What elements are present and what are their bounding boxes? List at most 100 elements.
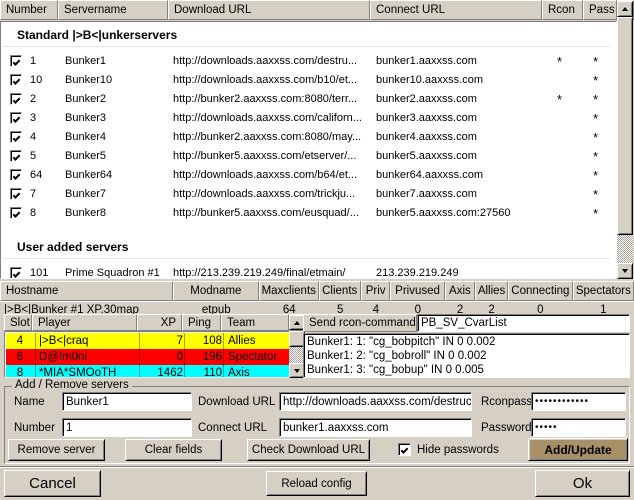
column-header-pass[interactable]: Pass bbox=[583, 0, 617, 20]
player-team: Axis bbox=[228, 367, 250, 378]
table-row[interactable]: 7 Bunker7 http://downloads.aaxxss.com/tr… bbox=[1, 185, 616, 204]
clear-fields-button[interactable]: Clear fields bbox=[125, 439, 222, 461]
column-header-number[interactable]: Number bbox=[0, 0, 58, 20]
column-header-rcon[interactable]: Rcon bbox=[542, 0, 583, 20]
player-column-slot[interactable]: Slot bbox=[4, 314, 32, 331]
ok-button[interactable]: Ok bbox=[535, 470, 630, 497]
player-table-header: Slot Player XP Ping Team bbox=[4, 314, 307, 331]
cell-connect-url: bunker3.aaxxss.com bbox=[376, 112, 477, 124]
table-row[interactable]: 10 Bunker10 http://downloads.aaxxss.com/… bbox=[1, 71, 616, 90]
number-input[interactable]: 1 bbox=[62, 418, 192, 437]
cell-download-url: http://downloads.aaxxss.com/b10/et... bbox=[173, 74, 358, 86]
cell-servername: Bunker7 bbox=[65, 188, 106, 200]
name-label: Name bbox=[14, 396, 45, 408]
row-checkbox[interactable] bbox=[10, 169, 22, 181]
remove-server-button[interactable]: Remove server bbox=[8, 439, 105, 461]
cell-number: 4 bbox=[30, 131, 37, 143]
cell-pass: * bbox=[593, 130, 599, 145]
scrollbar-track[interactable] bbox=[617, 235, 633, 263]
cell-download-url: http://downloads.aaxxss.com/destru... bbox=[173, 55, 358, 67]
server-list-scroll-up-button[interactable] bbox=[617, 1, 633, 17]
info-header-allies: Allies bbox=[475, 281, 509, 301]
reload-config-button[interactable]: Reload config bbox=[266, 471, 367, 496]
player-table[interactable]: 4 |>B<|craq 7 108 Allies 6 D@!m0ni 0 196… bbox=[4, 331, 307, 378]
cell-rcon: * bbox=[557, 54, 563, 69]
player-row[interactable]: 6 D@!m0ni 0 196 Spectator bbox=[6, 349, 289, 365]
player-xp: 7 bbox=[176, 335, 183, 347]
group-title-standard: Standard |>B<|unkerservers bbox=[3, 22, 610, 47]
password-label: Password bbox=[481, 422, 532, 434]
info-header-privused: Privused bbox=[390, 281, 445, 301]
download-url-input[interactable]: http://downloads.aaxxss.com/destruct bbox=[279, 392, 472, 411]
table-row[interactable]: 101 Prime Squadron #1 http://213.239.219… bbox=[1, 264, 616, 279]
cell-rcon: * bbox=[557, 92, 563, 107]
rcon-output[interactable]: Bunker1: 1: "cg_bobpitch" IN 0 0.002 Bun… bbox=[303, 333, 630, 378]
server-list-scrollbar[interactable] bbox=[617, 17, 633, 263]
table-row[interactable]: 64 Bunker64 http://downloads.aaxxss.com/… bbox=[1, 166, 616, 185]
cell-number: 10 bbox=[30, 74, 43, 86]
row-checkbox[interactable] bbox=[10, 112, 22, 124]
row-checkbox[interactable] bbox=[10, 74, 22, 86]
scrollbar-thumb[interactable] bbox=[617, 17, 633, 235]
cell-download-url: http://bunker2.aaxxss.com:8080/may... bbox=[173, 131, 362, 143]
row-checkbox[interactable] bbox=[10, 131, 22, 143]
row-checkbox[interactable] bbox=[10, 207, 22, 219]
player-column-xp[interactable]: XP bbox=[137, 314, 182, 331]
cell-download-url: http://downloads.aaxxss.com/trickju... bbox=[173, 188, 356, 200]
player-ping: 196 bbox=[202, 351, 222, 363]
row-checkbox[interactable] bbox=[10, 267, 22, 278]
cell-connect-url: bunker4.aaxxss.com bbox=[376, 131, 477, 143]
table-row[interactable]: 1 Bunker1 http://downloads.aaxxss.com/de… bbox=[1, 52, 616, 71]
player-row[interactable]: 8 *MIA*SMOoTH 1462 110 Axis bbox=[6, 365, 289, 378]
row-checkbox[interactable] bbox=[10, 150, 22, 162]
column-header-connect-url[interactable]: Connect URL bbox=[370, 0, 542, 20]
connect-url-input[interactable]: bunker1.aaxxss.com bbox=[279, 418, 472, 437]
cell-connect-url: bunker5.aaxxss.com:27560 bbox=[376, 207, 511, 219]
cell-connect-url: bunker1.aaxxss.com bbox=[376, 55, 477, 67]
cell-number: 1 bbox=[30, 55, 37, 67]
cell-number: 5 bbox=[30, 150, 37, 162]
add-update-button[interactable]: Add/Update bbox=[528, 438, 628, 461]
row-checkbox[interactable] bbox=[10, 55, 22, 67]
row-checkbox[interactable] bbox=[10, 188, 22, 200]
hide-passwords-checkbox[interactable] bbox=[398, 443, 411, 456]
table-row[interactable]: 4 Bunker4 http://bunker2.aaxxss.com:8080… bbox=[1, 128, 616, 147]
info-header-hostname: Hostname bbox=[0, 281, 173, 301]
check-download-url-button[interactable]: Check Download URL bbox=[247, 439, 370, 461]
player-column-player[interactable]: Player bbox=[32, 314, 137, 331]
table-row[interactable]: 8 Bunker8 http://bunker5.aaxxss.com/eusq… bbox=[1, 204, 616, 223]
cell-servername: Bunker8 bbox=[65, 207, 106, 219]
cell-number: 3 bbox=[30, 112, 37, 124]
cell-pass: * bbox=[593, 168, 599, 183]
table-row[interactable]: 2 Bunker2 http://bunker2.aaxxss.com:8080… bbox=[1, 90, 616, 109]
player-row[interactable]: 4 |>B<|craq 7 108 Allies bbox=[6, 333, 289, 349]
rcon-output-line: Bunker1: 2: "cg_bobroll" IN 0 0.002 bbox=[307, 350, 487, 362]
cell-connect-url: bunker10.aaxxss.com bbox=[376, 74, 483, 86]
cell-connect-url: 213.239.219.249 bbox=[376, 267, 459, 279]
cell-servername: Bunker10 bbox=[65, 74, 113, 86]
player-slot: 4 bbox=[16, 335, 24, 347]
rcon-command-input[interactable]: PB_SV_CvarList bbox=[417, 314, 630, 332]
group-title-user-added: User added servers bbox=[3, 234, 610, 259]
server-list[interactable]: Standard |>B<|unkerservers 1 Bunker1 htt… bbox=[0, 21, 617, 279]
column-header-servername[interactable]: Servername bbox=[58, 0, 168, 20]
cell-download-url: http://bunker5.aaxxss.com/eusquad/... bbox=[173, 207, 359, 219]
password-input[interactable]: ••••• bbox=[531, 418, 626, 437]
row-checkbox[interactable] bbox=[10, 93, 22, 105]
player-column-ping[interactable]: Ping bbox=[182, 314, 221, 331]
player-column-team[interactable]: Team bbox=[221, 314, 289, 331]
cell-download-url: http://downloads.aaxxss.com/b64/et... bbox=[173, 169, 358, 181]
cancel-button[interactable]: Cancel bbox=[4, 470, 101, 497]
server-list-scroll-down-button[interactable] bbox=[617, 263, 633, 279]
rconpass-input[interactable]: •••••••••••• bbox=[531, 392, 626, 411]
cell-download-url: http://213.239.219.249/final/etmain/ bbox=[173, 267, 346, 279]
column-header-download-url[interactable]: Download URL bbox=[168, 0, 370, 20]
cell-servername: Prime Squadron #1 bbox=[65, 267, 160, 279]
table-row[interactable]: 5 Bunker5 http://bunker5.aaxxss.com/etse… bbox=[1, 147, 616, 166]
info-header-spectators: Spectators bbox=[572, 281, 634, 301]
cell-pass: * bbox=[593, 111, 599, 126]
triangle-up-icon bbox=[622, 7, 628, 11]
table-row[interactable]: 3 Bunker3 http://downloads.aaxxss.com/ca… bbox=[1, 109, 616, 128]
name-input[interactable]: Bunker1 bbox=[62, 392, 192, 411]
cell-servername: Bunker1 bbox=[65, 55, 106, 67]
